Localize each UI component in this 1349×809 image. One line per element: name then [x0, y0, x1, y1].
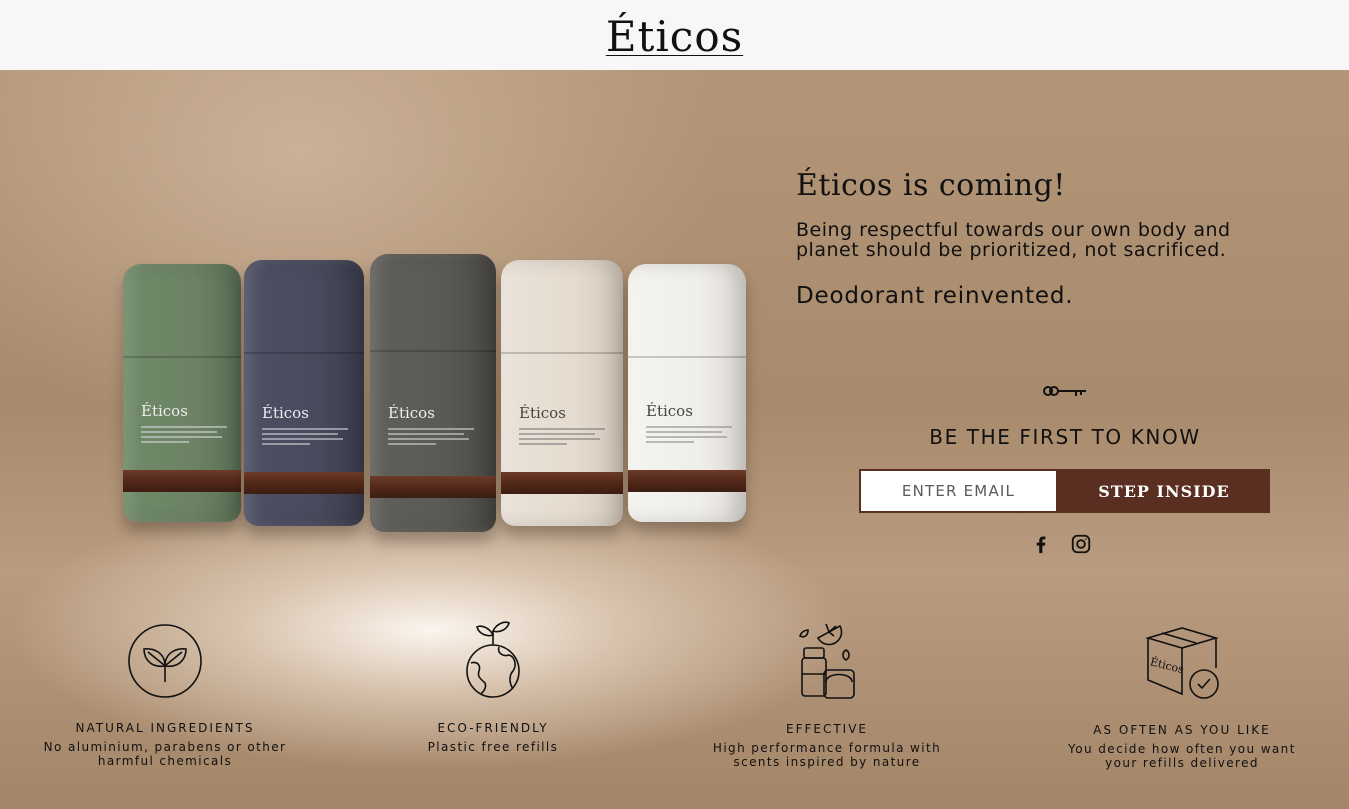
product-grey: Éticos: [370, 254, 496, 532]
social-links: [1030, 532, 1110, 558]
product-brand-label: Éticos: [519, 404, 566, 422]
facebook-icon[interactable]: [1030, 532, 1052, 556]
product-lineup-image: Éticos Éticos Éticos Éticos Éticos: [120, 250, 750, 540]
feature-eco-friendly: ECO-FRIENDLY Plastic free refills: [408, 617, 578, 754]
delivery-box-icon: Éticos: [1145, 627, 1219, 699]
product-brand-label: Éticos: [141, 402, 188, 420]
instagram-icon[interactable]: [1070, 532, 1092, 556]
feature-description: You decide how often you want your refil…: [1068, 742, 1296, 770]
box-brand-label: Éticos: [1149, 654, 1186, 676]
globe-sprout-icon: [466, 621, 520, 698]
signup-title: BE THE FIRST TO KNOW: [929, 425, 1201, 449]
step-inside-button[interactable]: STEP INSIDE: [1058, 469, 1270, 513]
deodorant-scent-icon: [799, 623, 855, 699]
feature-title: ECO-FRIENDLY: [437, 721, 549, 735]
product-white: Éticos: [628, 264, 746, 522]
product-green: Éticos: [123, 264, 241, 522]
feature-natural-ingredients: NATURAL INGREDIENTS No aluminium, parabe…: [40, 622, 290, 768]
feature-title: AS OFTEN AS YOU LIKE: [1093, 723, 1271, 737]
signup-form: STEP INSIDE: [859, 469, 1270, 513]
product-brand-label: Éticos: [646, 402, 693, 420]
feature-description: High performance formula with scents ins…: [712, 741, 942, 769]
product-beige: Éticos: [501, 260, 623, 526]
product-brand-label: Éticos: [262, 404, 309, 422]
product-navy: Éticos: [244, 260, 364, 526]
hero-headline: Éticos is coming!: [796, 168, 1066, 203]
feature-title: NATURAL INGREDIENTS: [75, 721, 255, 735]
email-input[interactable]: [859, 469, 1058, 513]
feature-title: EFFECTIVE: [785, 722, 868, 736]
product-brand-label: Éticos: [388, 404, 435, 422]
feature-description: No aluminium, parabens or other harmful …: [43, 740, 287, 768]
hero-paragraph: Being respectful towards our own body an…: [796, 219, 1231, 261]
feature-effective: EFFECTIVE High performance formula with …: [712, 618, 942, 769]
feature-as-often-as-you-like: Éticos AS OFTEN AS YOU LIKE You decide h…: [1062, 624, 1302, 770]
key-icon: [1043, 386, 1086, 396]
hero-section: Éticos Éticos Éticos Éticos Éticos Ético…: [0, 70, 1349, 809]
site-header: Éticos: [0, 0, 1349, 70]
site-logo[interactable]: Éticos: [606, 12, 743, 61]
leaf-icon: [128, 624, 202, 698]
hero-subheadline: Deodorant reinvented.: [796, 283, 1074, 309]
feature-description: Plastic free refills: [427, 740, 559, 754]
